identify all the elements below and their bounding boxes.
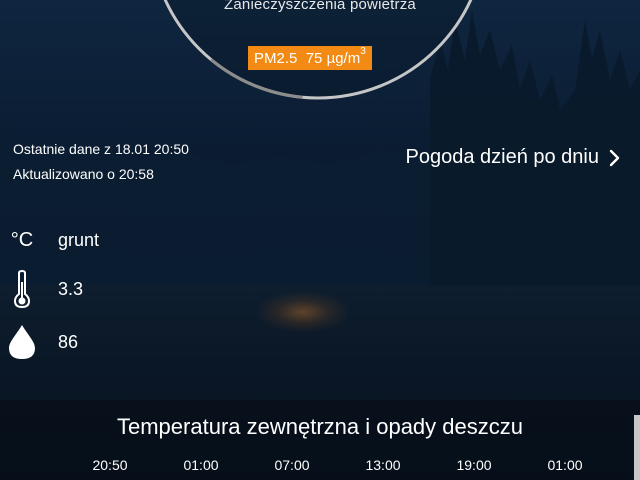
humidity-value: 86 bbox=[58, 331, 79, 352]
daily-forecast-label: Pogoda dzień po dniu bbox=[405, 146, 600, 168]
pm25-badge[interactable]: PM2.5 75 µg/m3 bbox=[248, 46, 372, 70]
sensor-row-humidity: 86 bbox=[0, 324, 78, 360]
unit-celsius: °C bbox=[10, 229, 34, 251]
pm25-unit: µg/m bbox=[326, 50, 361, 67]
time-label: 19:00 bbox=[456, 457, 492, 473]
time-label: 01:00 bbox=[547, 457, 583, 473]
time-label: 20:50 bbox=[92, 457, 128, 473]
air-quality-subtitle: Zanieczyszczenia powietrza bbox=[224, 0, 416, 13]
updated-text: Aktualizowano o 20:58 bbox=[13, 166, 154, 182]
chart-title: Temperatura zewnętrzna i opady deszczu bbox=[117, 414, 523, 439]
thermometer-icon bbox=[0, 270, 44, 308]
water-drop-icon bbox=[0, 324, 44, 360]
sensor-row-location: °C grunt bbox=[0, 229, 99, 252]
sensor-location: grunt bbox=[58, 230, 100, 250]
time-label: 01:00 bbox=[183, 457, 219, 473]
sensor-row-temperature: 3.3 bbox=[0, 270, 83, 308]
last-data-text: Ostatnie dane z 18.01 20:50 bbox=[13, 141, 189, 157]
time-label: 07:00 bbox=[274, 457, 310, 473]
time-label: 13:00 bbox=[365, 457, 401, 473]
scrollbar[interactable] bbox=[634, 415, 640, 480]
chevron-right-icon bbox=[609, 149, 620, 166]
daily-forecast-link[interactable]: Pogoda dzień po dniu bbox=[406, 146, 622, 169]
chart-time-axis: 20:50 01:00 07:00 13:00 19:00 01:00 bbox=[0, 457, 640, 477]
pm25-label: PM2.5 bbox=[254, 50, 298, 67]
background-reflection bbox=[258, 292, 348, 332]
pm25-unit-superscript: 3 bbox=[360, 46, 366, 57]
temperature-value: 3.3 bbox=[58, 278, 84, 299]
pm25-value: 75 bbox=[305, 50, 323, 67]
